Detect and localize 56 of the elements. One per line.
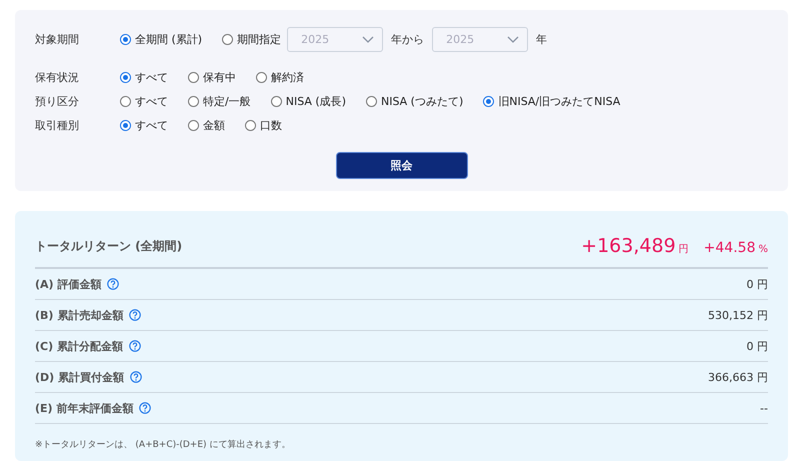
row-value: 530,152 円 xyxy=(708,308,768,322)
help-icon[interactable] xyxy=(129,309,142,321)
radio-option[interactable]: NISA (つみたて) xyxy=(366,94,464,108)
help-icon[interactable] xyxy=(130,371,142,383)
radio-icon[interactable] xyxy=(120,72,131,82)
radio-option[interactable]: すべて xyxy=(120,70,168,84)
radio-icon[interactable] xyxy=(188,120,199,130)
percent-unit: % xyxy=(758,244,768,255)
help-icon[interactable] xyxy=(107,278,120,290)
help-icon[interactable] xyxy=(139,402,152,414)
select-suffix: 年から xyxy=(391,32,424,47)
radio-icon[interactable] xyxy=(188,96,199,106)
footnote: ※トータルリターンは、 (A+B+C)-(D+E) にて算出されます。 xyxy=(35,438,292,451)
radio-icon[interactable] xyxy=(366,96,377,106)
select-suffix: 年 xyxy=(536,32,548,47)
return-rate: +44.58 xyxy=(704,240,756,256)
radio-icon[interactable] xyxy=(188,72,199,82)
radio-option[interactable]: すべて xyxy=(120,118,168,132)
return-amount: +163,489 xyxy=(581,235,676,257)
chevron-down-icon xyxy=(362,36,374,43)
radio-option[interactable]: 解約済 xyxy=(256,70,304,84)
submit-button[interactable]: 照会 xyxy=(336,152,468,179)
chevron-down-icon xyxy=(507,36,520,43)
summary-title: トータルリターン (全期間) xyxy=(35,238,182,254)
field-label: 取引種別 xyxy=(35,118,80,132)
radio-icon[interactable] xyxy=(222,34,234,45)
radio-option[interactable]: 金額 xyxy=(188,118,225,132)
radio-icon[interactable] xyxy=(120,96,131,106)
field-label: 預り区分 xyxy=(35,94,80,108)
radio-option[interactable]: 全期間 (累計) xyxy=(120,32,202,47)
row-label: (A) 評価金額 xyxy=(35,276,102,292)
radio-option[interactable]: 旧NISA/旧つみたてNISA xyxy=(483,94,620,108)
radio-option[interactable]: 特定/一般 xyxy=(188,94,251,108)
currency-unit: 円 xyxy=(678,243,689,256)
row-value: 0 円 xyxy=(746,338,768,354)
row-value: -- xyxy=(760,402,768,414)
field-label: 保有状況 xyxy=(35,70,80,84)
radio-icon[interactable] xyxy=(270,96,282,106)
radio-icon[interactable] xyxy=(483,96,494,106)
radio-icon[interactable] xyxy=(245,120,256,130)
row-label: (E) 前年末評価金額 xyxy=(35,400,134,416)
help-icon[interactable] xyxy=(128,340,141,352)
row-label: (B) 累計売却金額 xyxy=(35,308,124,322)
radio-option[interactable]: 口数 xyxy=(245,118,282,132)
row-label: (C) 累計分配金額 xyxy=(35,338,123,354)
radio-icon[interactable] xyxy=(120,120,131,130)
radio-option[interactable]: 期間指定 xyxy=(222,32,282,47)
radio-option[interactable]: 保有中 xyxy=(188,70,236,84)
field-label: 対象期間 xyxy=(35,32,80,47)
row-value: 366,663 円 xyxy=(708,370,768,384)
radio-option[interactable]: NISA (成長) xyxy=(270,94,346,108)
radio-option[interactable]: すべて xyxy=(120,94,168,108)
radio-icon[interactable] xyxy=(256,72,267,82)
row-label: (D) 累計買付金額 xyxy=(35,370,124,384)
radio-icon[interactable] xyxy=(120,34,131,45)
row-value: 0 円 xyxy=(746,276,768,292)
